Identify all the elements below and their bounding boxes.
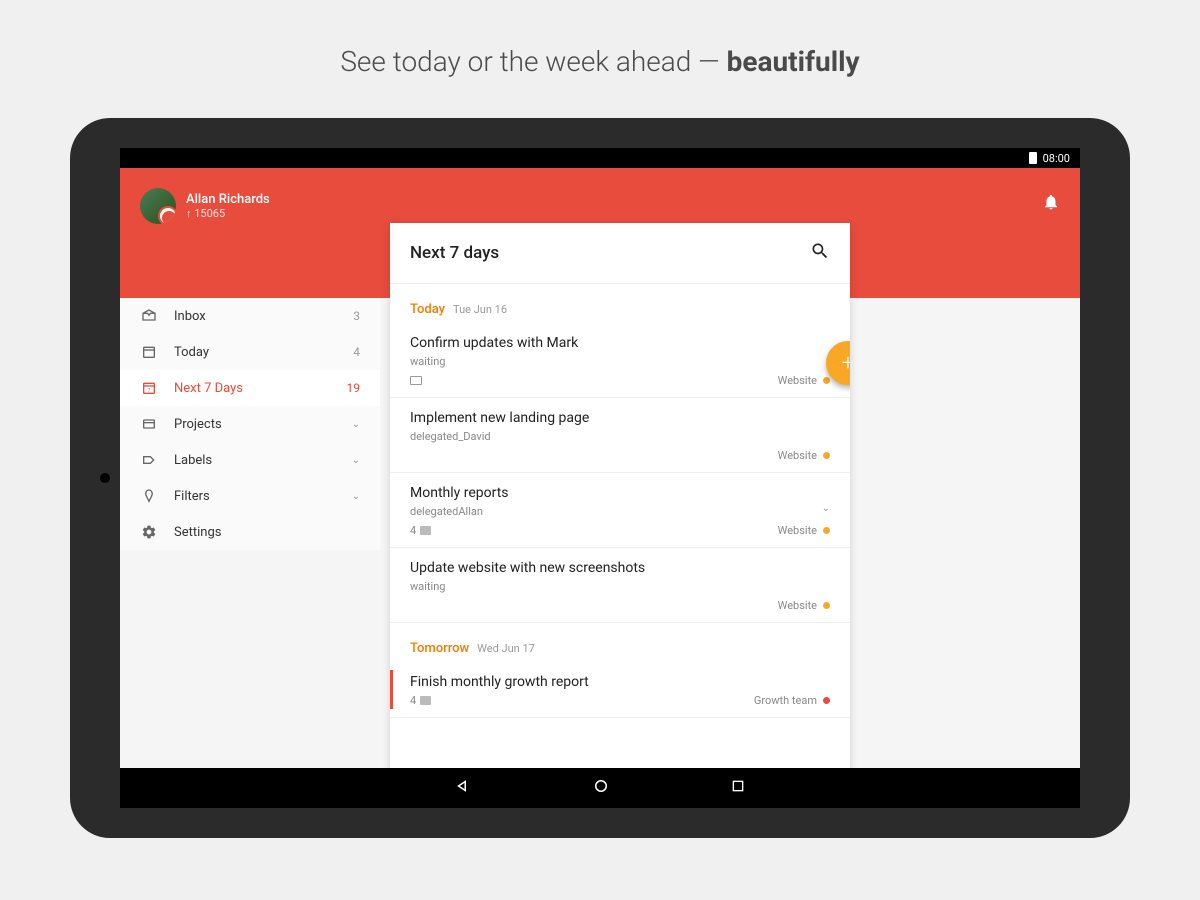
- task-subtitle: waiting: [410, 355, 830, 368]
- task-item[interactable]: Monthly reports delegatedAllan 4 Website…: [390, 473, 850, 548]
- section-date: Wed Jun 17: [477, 642, 535, 655]
- avatar[interactable]: [140, 188, 176, 224]
- sidebar-item-filters[interactable]: Filters ⌄: [120, 478, 380, 514]
- task-item[interactable]: Implement new landing page delegated_Dav…: [390, 398, 850, 473]
- task-title: Implement new landing page: [410, 410, 830, 426]
- marketing-prefix: See today or the week ahead —: [340, 45, 726, 78]
- sidebar-item-label: Projects: [174, 417, 336, 432]
- task-item[interactable]: Finish monthly growth report 4 Growth te…: [390, 662, 850, 718]
- project-dot-icon: [823, 697, 830, 704]
- marketing-emphasis: beautifully: [727, 45, 860, 78]
- task-project: Website: [778, 449, 830, 462]
- comment-icon: [420, 696, 431, 705]
- sidebar-item-labels[interactable]: Labels ⌄: [120, 442, 380, 478]
- project-dot-icon: [823, 602, 830, 609]
- project-dot-icon: [823, 377, 830, 384]
- tablet-frame: 08:00 Allan Richards ↑ 15065 Inbox 3 Tod…: [70, 118, 1130, 838]
- sidebar-item-count: 19: [347, 381, 361, 395]
- comment-icon: [420, 526, 431, 535]
- avatar-badge-icon: [162, 211, 176, 224]
- sidebar-item-projects[interactable]: Projects ⌄: [120, 406, 380, 442]
- back-button[interactable]: [454, 777, 472, 799]
- camera-dot: [100, 473, 110, 483]
- week-icon: 7: [140, 380, 158, 396]
- card-header: Next 7 days: [390, 223, 850, 284]
- task-meta-left: 4: [410, 524, 431, 537]
- task-meta-left: [410, 376, 422, 385]
- sidebar-item-inbox[interactable]: Inbox 3: [120, 298, 380, 334]
- sidebar-item-today[interactable]: Today 4: [120, 334, 380, 370]
- task-title: Monthly reports: [410, 485, 830, 501]
- home-button[interactable]: [592, 777, 610, 799]
- card-title: Next 7 days: [410, 243, 499, 263]
- comment-count: 4: [410, 694, 416, 707]
- task-title: Finish monthly growth report: [410, 674, 830, 690]
- chevron-down-icon: ⌄: [352, 419, 360, 430]
- bell-icon[interactable]: [1042, 193, 1060, 215]
- sidebar-item-count: 4: [353, 345, 360, 359]
- sidebar-item-label: Settings: [174, 525, 360, 540]
- battery-icon: [1029, 152, 1037, 164]
- task-meta-left: 4: [410, 694, 431, 707]
- svg-text:7: 7: [148, 387, 151, 393]
- task-item[interactable]: Update website with new screenshots wait…: [390, 548, 850, 623]
- settings-icon: [140, 524, 158, 540]
- user-section[interactable]: Allan Richards ↑ 15065: [140, 188, 270, 224]
- sidebar-item-label: Inbox: [174, 309, 337, 324]
- task-project: Growth team: [754, 694, 830, 707]
- android-nav-bar: [120, 768, 1080, 808]
- task-subtitle: delegated_David: [410, 430, 830, 443]
- task-project: Website: [778, 524, 830, 537]
- chevron-down-icon: ⌄: [352, 455, 360, 466]
- sidebar: Inbox 3 Today 4 7 Next 7 Days 19 Project…: [120, 298, 380, 550]
- sidebar-item-count: 3: [353, 309, 360, 323]
- project-dot-icon: [823, 527, 830, 534]
- projects-icon: [140, 416, 158, 432]
- status-bar: 08:00: [120, 148, 1080, 168]
- chevron-down-icon: ⌄: [352, 491, 360, 502]
- chevron-down-icon[interactable]: ⌄: [822, 503, 830, 514]
- labels-icon: [140, 452, 158, 468]
- recent-button[interactable]: [730, 778, 746, 798]
- task-item[interactable]: Confirm updates with Mark waiting Websit…: [390, 323, 850, 398]
- search-icon[interactable]: [810, 241, 830, 265]
- mail-icon: [410, 376, 422, 385]
- sidebar-item-label: Filters: [174, 489, 336, 504]
- sidebar-item-label: Today: [174, 345, 337, 360]
- sidebar-item-label: Labels: [174, 453, 336, 468]
- section-header: Tomorrow Wed Jun 17: [390, 623, 850, 662]
- plus-icon: +: [842, 351, 850, 376]
- user-name: Allan Richards: [186, 192, 270, 207]
- project-dot-icon: [823, 452, 830, 459]
- screen: 08:00 Allan Richards ↑ 15065 Inbox 3 Tod…: [120, 148, 1080, 808]
- section-label: Today: [410, 302, 445, 317]
- task-subtitle: delegatedAllan: [410, 505, 830, 518]
- section-header: Today Tue Jun 16: [390, 284, 850, 323]
- user-karma: ↑ 15065: [186, 207, 270, 220]
- today-icon: [140, 344, 158, 360]
- sidebar-item-next-7-days[interactable]: 7 Next 7 Days 19: [120, 370, 380, 406]
- task-title: Update website with new screenshots: [410, 560, 830, 576]
- comment-count: 4: [410, 524, 416, 537]
- filters-icon: [140, 488, 158, 504]
- task-title: Confirm updates with Mark: [410, 335, 830, 351]
- main-card: + Next 7 days Today Tue Jun 16 Confirm upd…: [390, 223, 850, 798]
- marketing-tagline: See today or the week ahead — beautifull…: [0, 0, 1200, 118]
- task-project: Website: [778, 374, 830, 387]
- sidebar-item-settings[interactable]: Settings: [120, 514, 380, 550]
- sidebar-item-label: Next 7 Days: [174, 381, 331, 396]
- section-label: Tomorrow: [410, 641, 469, 656]
- task-project: Website: [778, 599, 830, 612]
- section-date: Tue Jun 16: [453, 303, 507, 316]
- task-subtitle: waiting: [410, 580, 830, 593]
- status-time: 08:00: [1043, 152, 1070, 165]
- inbox-icon: [140, 308, 158, 324]
